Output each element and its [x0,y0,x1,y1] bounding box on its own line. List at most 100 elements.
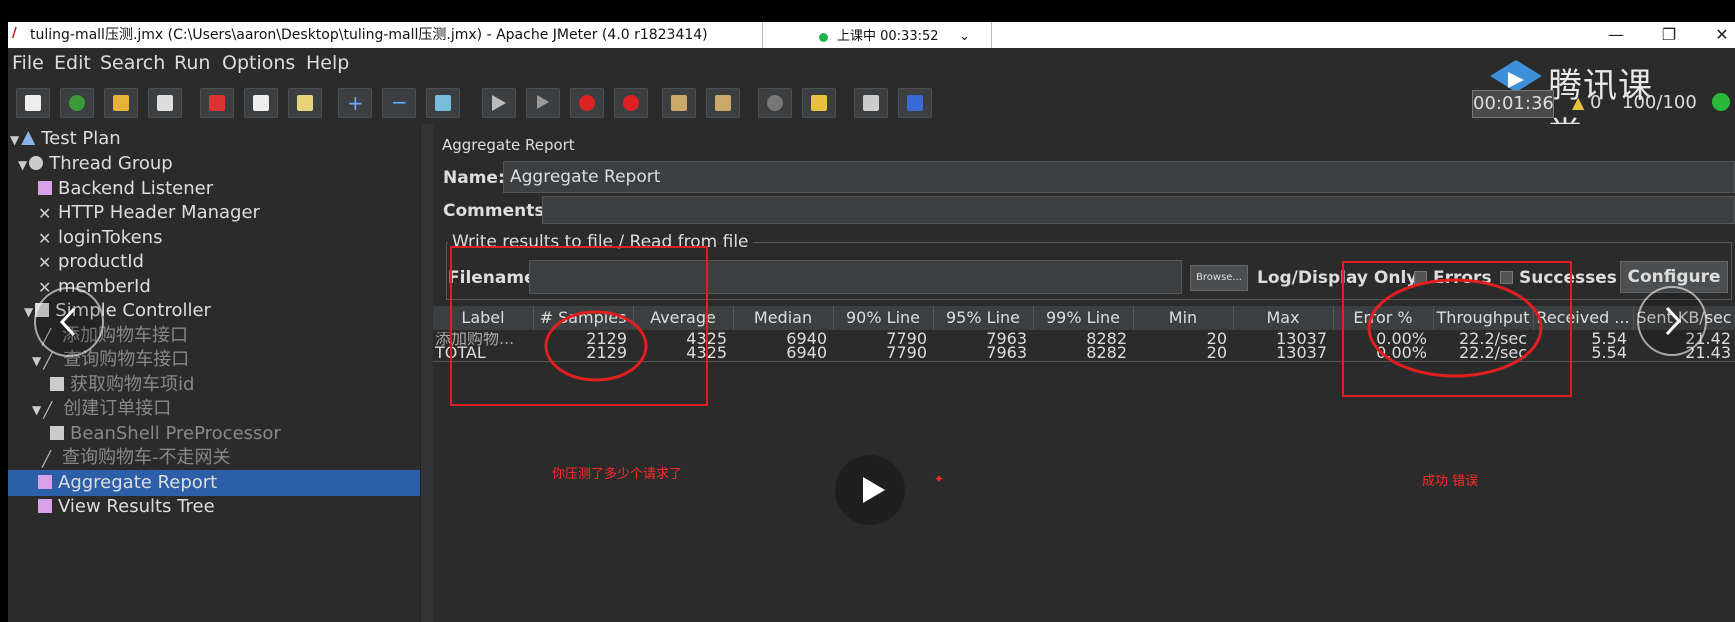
maximize-button[interactable]: ❐ [1646,22,1692,48]
shutdown-button[interactable] [614,88,648,118]
gear-icon [29,156,44,170]
annotation-circle-samples [544,310,648,382]
start-button[interactable] [482,88,516,118]
cell-90-line: 7790 [886,332,927,346]
sampler-pen-icon: ╱ [43,401,53,419]
config-element-icon: ✕ [38,229,52,248]
new-button[interactable] [16,88,50,118]
active-threads: 100/100 [1622,92,1697,113]
window-title: tuling-mall压测.jmx (C:\Users\aaron\Deskto… [30,27,708,43]
play-no-pause-icon [537,95,549,109]
tree-item-create-order-api[interactable]: ▼ ╱ 创建订单接口 [32,396,171,422]
column-header-99-line[interactable]: 99% Line [1033,306,1134,330]
menu-help[interactable]: Help [306,48,349,78]
menu-options[interactable]: Options [222,48,295,78]
menu-edit[interactable]: Edit [54,48,91,78]
test-plan-tree: ▼ Test Plan ▼ Thread Group Backend Listene… [8,124,420,622]
tree-item-test-plan[interactable]: ▼ Test Plan [10,126,121,152]
broom-icon [811,95,827,111]
paste-button[interactable] [288,88,322,118]
shutdown-icon [623,95,639,111]
cut-icon [209,95,225,111]
column-header-median[interactable]: Median [733,306,834,330]
start-no-pauses-button[interactable] [526,88,560,118]
name-field[interactable]: Aggregate Report [503,161,1735,193]
top-letterbox [0,0,1735,22]
panel-splitter[interactable] [420,124,434,622]
listener-chart-icon [38,475,52,489]
tree-item-beanshell-preprocessor[interactable]: BeanShell PreProcessor [50,421,281,447]
copy-icon [253,95,269,111]
tree-item-http-header-manager[interactable]: ✕ HTTP Header Manager [38,200,260,226]
stop-button[interactable] [570,88,604,118]
templates-button[interactable] [60,88,94,118]
sampler-pen-icon: ╱ [43,352,53,370]
cell-max: 13037 [1276,346,1327,360]
warning-count: 0 [1590,92,1602,113]
live-indicator-icon [819,33,828,42]
running-indicator-icon [1712,93,1730,111]
panel-heading: Aggregate Report [442,136,575,154]
open-button[interactable] [104,88,138,118]
expand-button[interactable]: + [338,88,372,118]
menu-search[interactable]: Search [100,48,165,78]
save-button[interactable] [148,88,182,118]
browse-button[interactable]: Browse... [1190,265,1248,291]
column-header-max[interactable]: Max [1233,306,1334,330]
menu-file[interactable]: File [12,48,44,78]
tree-item-login-tokens[interactable]: ✕ loginTokens [38,225,162,251]
tree-item-product-id[interactable]: ✕ productId [38,249,144,275]
tree-item-thread-group[interactable]: ▼ Thread Group [18,151,173,177]
search-button[interactable] [758,88,792,118]
cell-90-line: 7790 [886,346,927,360]
column-header-min[interactable]: Min [1133,306,1234,330]
binoculars-icon [767,95,783,111]
menu-run[interactable]: Run [174,48,210,78]
name-label: Name: [443,168,505,188]
close-button[interactable]: ✕ [1699,22,1735,48]
help-icon [907,95,923,111]
toggle-button[interactable] [426,88,460,118]
tree-item-aggregate-report[interactable]: Aggregate Report [8,470,420,496]
column-header-90-line[interactable]: 90% Line [833,306,934,330]
play-icon [863,477,885,503]
cell-95-line: 7963 [986,332,1027,346]
minus-icon: − [391,90,408,114]
reset-search-button[interactable] [802,88,836,118]
clear-all-icon [715,95,731,111]
cut-button[interactable] [200,88,234,118]
test-plan-icon [21,131,36,145]
toggle-icon [435,95,451,111]
extractor-icon [50,377,64,391]
clear-icon [671,95,687,111]
column-header-95-line[interactable]: 95% Line [933,306,1034,330]
save-icon [157,95,173,111]
next-nav-button[interactable] [1637,286,1707,356]
paste-icon [297,95,313,111]
listener-chart-icon [38,181,52,195]
copy-button[interactable] [244,88,278,118]
cell-max: 13037 [1276,332,1327,346]
collapse-button[interactable]: − [382,88,416,118]
previous-nav-button[interactable] [34,287,104,357]
annotation-error-note: 成功 错误 [1422,474,1479,489]
clear-button[interactable] [662,88,696,118]
minimize-button[interactable]: — [1593,22,1639,48]
tree-item-backend-listener[interactable]: Backend Listener [38,176,213,202]
annotation-circle-errors [1367,278,1543,378]
tree-item-query-cart-no-gateway[interactable]: ╱ 查询购物车-不走网关 [42,445,231,471]
listener-chart-icon [38,499,52,513]
function-helper-button[interactable] [854,88,888,118]
stop-icon [579,95,595,111]
cell-99-line: 8282 [1086,332,1127,346]
tree-item-view-results-tree[interactable]: View Results Tree [38,494,215,520]
comments-field[interactable] [542,196,1735,224]
video-frame: / tuling-mall压测.jmx (C:\Users\aaron\Desk… [0,0,1735,622]
cell-median: 6940 [786,332,827,346]
clear-all-button[interactable] [706,88,740,118]
templates-icon [69,95,85,111]
help-button[interactable] [898,88,932,118]
video-play-button[interactable] [835,455,905,525]
config-element-icon: ✕ [38,253,52,272]
tree-item-get-cart-item-id[interactable]: 获取购物车项id [50,372,194,398]
